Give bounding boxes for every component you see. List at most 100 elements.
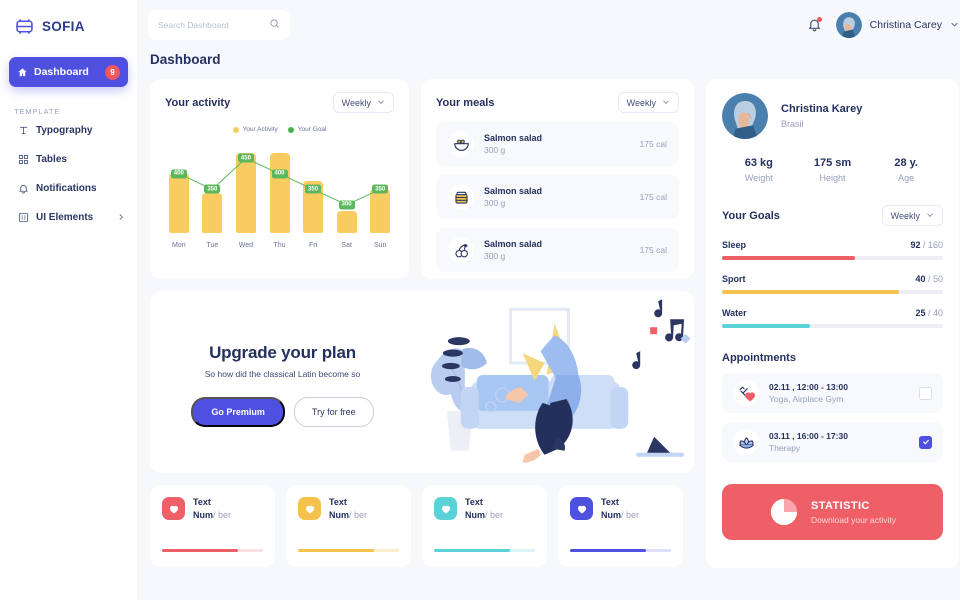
bell-icon — [18, 183, 29, 194]
upgrade-title: Upgrade your plan — [209, 343, 356, 362]
sidebar-item-ui-elements[interactable]: UI Elements — [0, 203, 137, 232]
appointment-checkbox[interactable] — [919, 435, 932, 449]
stat-card[interactable]: Text Num/ ber — [558, 485, 683, 567]
statistic-title: STATISTIC — [810, 499, 870, 512]
list-item[interactable]: 03.11 , 16:00 - 17:30 Therapy — [722, 422, 943, 462]
goals-period-dropdown[interactable]: Weekly — [881, 205, 943, 226]
stat-card-progress — [298, 548, 399, 552]
chart-point-label: 400 — [170, 169, 187, 179]
metric-height-label: Height — [819, 173, 846, 183]
stat-card-label: Text — [465, 497, 483, 507]
goal-item: Water 25 / 40 — [722, 308, 943, 328]
stat-card[interactable]: Text Num/ ber — [422, 485, 547, 567]
appointment-time: 02.11 , 12:00 - 13:00 — [769, 382, 848, 392]
heart-icon — [570, 497, 593, 520]
meal-text: Salmon salad 300 g — [484, 186, 630, 208]
stat-card-text: Text Num/ ber — [465, 497, 503, 520]
goal-value: 92 / 160 — [910, 240, 943, 250]
tables-icon — [18, 154, 29, 165]
profile-name: Christina Karey — [781, 103, 863, 115]
brand-logo[interactable]: SOFIA — [0, 12, 137, 37]
legend-label-goal: Your Goal — [297, 126, 327, 133]
goal-name: Water — [722, 308, 747, 318]
chart-point-label: 400 — [271, 169, 288, 179]
stat-card-value: Num/ ber — [329, 510, 368, 520]
go-premium-button[interactable]: Go Premium — [191, 397, 285, 427]
sidebar-item-tables[interactable]: Tables — [0, 145, 137, 174]
goals-title: Your Goals — [722, 209, 780, 222]
statistic-banner[interactable]: STATISTIC Download your activity — [722, 484, 943, 540]
goal-name: Sleep — [722, 240, 747, 250]
list-item[interactable]: 02.11 , 12:00 - 13:00 Yoga, Airplace Gym — [722, 373, 943, 413]
app-root: SOFIA Dashboard 9 TEMPLATE Typography Ta… — [0, 0, 960, 600]
user-menu[interactable]: Christina Carey — [835, 12, 959, 38]
profile-location: Brasil — [781, 119, 804, 129]
chevron-down-icon — [377, 98, 385, 108]
goals-header: Your Goals Weekly — [722, 205, 943, 226]
pie-chart-icon — [769, 497, 799, 527]
avatar — [722, 93, 768, 139]
meals-period-dropdown[interactable]: Weekly — [617, 92, 679, 113]
meals-title: Your meals — [436, 96, 495, 109]
goal-top: Sleep 92 / 160 — [722, 240, 943, 250]
activity-period-dropdown[interactable]: Weekly — [332, 92, 394, 113]
search-box[interactable] — [148, 10, 290, 40]
chart-x-label: Sun — [374, 242, 387, 249]
stat-card-value: Num/ ber — [465, 510, 504, 520]
sidebar-item-dashboard-label: Dashboard — [34, 66, 89, 78]
meal-calories: 175 cal — [639, 139, 667, 149]
appointment-checkbox[interactable] — [919, 386, 932, 400]
profile-panel: Christina Karey Brasil 63 kg Weight 175 … — [706, 79, 959, 568]
list-item[interactable]: Salmon salad 300 g 175 cal — [436, 122, 679, 166]
stat-cards-row: Text Num/ ber Text Num/ ber Text Num/ ber Text… — [150, 485, 694, 567]
goal-value: 25 / 40 — [915, 308, 943, 318]
list-item[interactable]: Salmon salad 300 g 175 cal — [436, 175, 679, 219]
profile-identity: Christina Karey Brasil — [781, 103, 862, 129]
search-icon[interactable] — [269, 16, 280, 34]
stat-card[interactable]: Text Num/ ber — [286, 485, 411, 567]
sidebar-item-dashboard[interactable]: Dashboard 9 — [9, 57, 128, 87]
chart-x-label: Thu — [273, 242, 286, 249]
search-input[interactable] — [158, 20, 269, 30]
appointments-title: Appointments — [722, 352, 796, 364]
goal-progress-bar — [722, 256, 943, 260]
typography-icon — [18, 125, 29, 136]
goals-list: Sleep 92 / 160 Sport 40 / 50 Water 25 / 40 — [722, 240, 943, 328]
sidebar-item-ui-elements-label: UI Elements — [36, 212, 94, 223]
appointment-text: 02.11 , 12:00 - 13:00 Yoga, Airplace Gym — [769, 382, 909, 404]
meals-card: Your meals Weekly Salmon salad 300 g 175… — [421, 79, 694, 279]
upgrade-banner: Upgrade your plan So how did the classic… — [150, 291, 694, 473]
goal-item: Sport 40 / 50 — [722, 274, 943, 294]
chevron-down-icon[interactable] — [950, 16, 959, 34]
chart-point-label: 300 — [338, 200, 355, 210]
notification-bell-icon[interactable] — [807, 17, 822, 33]
meal-name: Salmon salad — [484, 239, 543, 249]
sidebar-item-notifications[interactable]: Notifications — [0, 174, 137, 203]
goal-top: Water 25 / 40 — [722, 308, 943, 318]
topbar-right: Christina Carey — [807, 12, 959, 38]
goal-value: 40 / 50 — [915, 274, 943, 284]
appointment-time: 03.11 , 16:00 - 17:30 — [769, 431, 848, 441]
salad-bowl-icon — [448, 131, 474, 157]
metric-age-label: Age — [898, 173, 915, 183]
sidebar-item-typography[interactable]: Typography — [0, 116, 137, 145]
activity-chart: 400 350 450 400 350 300 350 Mon Tue Wed Thu Fri Sat… — [162, 139, 397, 249]
stat-card-text: Text Num/ ber — [329, 497, 367, 520]
goals-period-label: Weekly — [890, 210, 920, 221]
stat-card[interactable]: Text Num/ ber — [150, 485, 275, 567]
sidebar-section-template: TEMPLATE — [14, 107, 61, 116]
ui-elements-icon — [18, 212, 29, 223]
brand-name: SOFIA — [42, 19, 85, 34]
sofia-logo-icon — [14, 16, 35, 37]
activity-card-header: Your activity Weekly — [150, 79, 409, 113]
try-for-free-button[interactable]: Try for free — [293, 397, 374, 427]
stat-card-top: Text Num/ ber — [434, 497, 535, 520]
right-column: Christina Karey Brasil 63 kg Weight 175 … — [706, 79, 959, 568]
stat-card-progress — [570, 548, 671, 552]
list-item[interactable]: Salmon salad 300 g 175 cal — [436, 228, 679, 272]
legend-item-activity: Your Activity — [232, 126, 278, 133]
metric-weight: 63 kg Weight — [722, 157, 796, 183]
chart-point-label: 450 — [237, 153, 254, 163]
sidebar-item-notifications-label: Notifications — [36, 183, 97, 194]
upgrade-text-block: Upgrade your plan So how did the classic… — [150, 291, 415, 473]
